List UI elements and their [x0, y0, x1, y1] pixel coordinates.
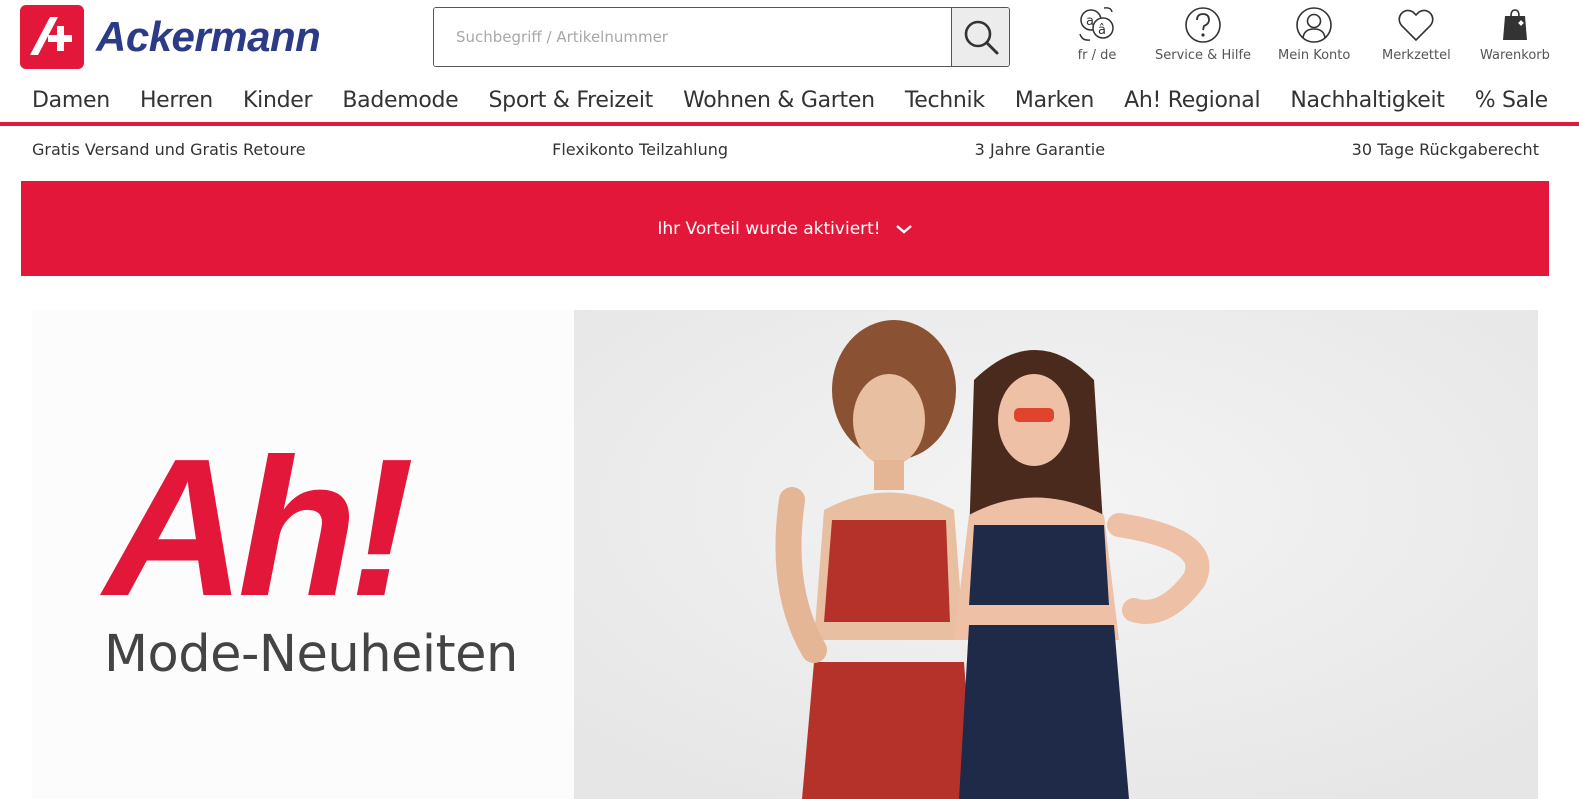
nav-item-bademode[interactable]: Bademode — [342, 88, 458, 113]
usp-flexikonto: Flexikonto Teilzahlung — [552, 140, 729, 159]
search-bar — [433, 7, 1010, 67]
hero-headline: Ah! — [104, 418, 415, 637]
cart-label: Warenkorb — [1480, 48, 1550, 63]
usp-warranty: 3 Jahre Garantie — [974, 140, 1106, 159]
promo-text: Ihr Vorteil wurde aktiviert! — [657, 218, 881, 239]
account-icon — [1296, 7, 1332, 43]
brand-logo[interactable]: Ackermann — [20, 5, 321, 69]
nav-item-kinder[interactable]: Kinder — [243, 88, 313, 113]
help-icon — [1185, 7, 1221, 43]
search-input[interactable] — [434, 8, 951, 66]
account-label: Mein Konto — [1278, 48, 1351, 63]
heart-icon — [1398, 9, 1434, 42]
nav-item-technik[interactable]: Technik — [905, 88, 985, 113]
hero-image — [574, 310, 1538, 799]
hero-text-panel: Ah! Mode-Neuheiten — [32, 310, 574, 799]
nav-item-marken[interactable]: Marken — [1015, 88, 1094, 113]
cart-link[interactable]: Warenkorb — [1480, 6, 1550, 63]
hero-subline: Mode-Neuheiten — [104, 625, 518, 684]
service-help-link[interactable]: Service & Hilfe — [1155, 6, 1251, 63]
svg-text:â: â — [1098, 23, 1106, 38]
nav-item-sport-freizeit[interactable]: Sport & Freizeit — [489, 88, 654, 113]
hero-banner[interactable]: Ah! Mode-Neuheiten — [32, 310, 1538, 799]
nav-item-sale[interactable]: % Sale — [1475, 88, 1549, 113]
usp-free-shipping: Gratis Versand und Gratis Retoure — [32, 140, 306, 159]
search-icon — [964, 20, 998, 55]
hero-models-illustration — [574, 310, 1538, 799]
service-help-label: Service & Hilfe — [1155, 48, 1252, 63]
usp-bar: Gratis Versand und Gratis Retoure Flexik… — [32, 140, 1539, 168]
search-button[interactable] — [951, 8, 1009, 66]
account-link[interactable]: Mein Konto — [1278, 6, 1350, 63]
language-icon: a â — [1079, 7, 1114, 41]
usp-return-policy: 30 Tage Rückgaberecht — [1351, 140, 1539, 159]
main-navigation: Damen Herren Kinder Bademode Sport & Fre… — [0, 78, 1579, 126]
cart-icon — [1502, 9, 1527, 40]
nav-item-herren[interactable]: Herren — [140, 88, 213, 113]
wishlist-label: Merkzettel — [1382, 48, 1451, 63]
chevron-down-icon — [895, 223, 913, 235]
promo-banner[interactable]: Ihr Vorteil wurde aktiviert! — [21, 181, 1549, 276]
nav-item-damen[interactable]: Damen — [32, 88, 110, 113]
nav-item-ah-regional[interactable]: Ah! Regional — [1124, 88, 1260, 113]
site-header: Ackermann a â fr / de — [0, 0, 1579, 78]
language-label: fr / de — [1077, 48, 1117, 63]
logo-plus-icon — [20, 5, 84, 69]
language-switch[interactable]: a â fr / de — [1074, 6, 1120, 63]
nav-item-nachhaltigkeit[interactable]: Nachhaltigkeit — [1290, 88, 1445, 113]
wishlist-link[interactable]: Merkzettel — [1382, 6, 1451, 63]
brand-name: Ackermann — [96, 13, 321, 60]
nav-item-wohnen-garten[interactable]: Wohnen & Garten — [683, 88, 875, 113]
